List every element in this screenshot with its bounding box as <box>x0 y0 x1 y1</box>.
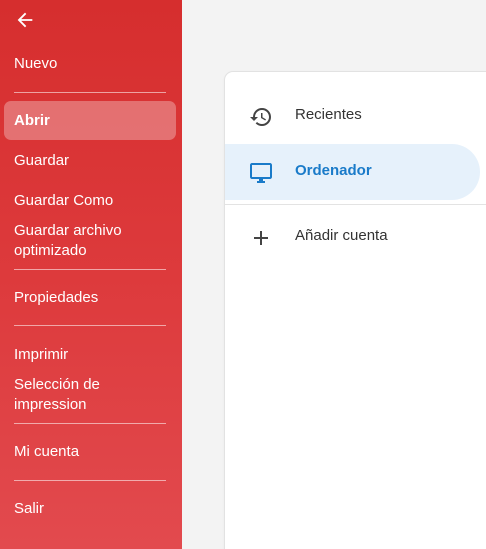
sidebar-item-guardar[interactable]: Guardar <box>14 151 166 171</box>
sidebar-item-abrir[interactable]: Abrir <box>4 101 176 140</box>
history-icon <box>250 108 271 127</box>
sidebar-item-nuevo[interactable]: Nuevo <box>14 54 166 74</box>
sidebar-divider <box>14 423 166 424</box>
sidebar-item-seleccion-impresion[interactable]: Selección de impression <box>14 375 166 415</box>
location-recientes[interactable]: Recientes <box>225 88 480 144</box>
location-label: Recientes <box>295 106 362 123</box>
plus-icon <box>254 231 268 245</box>
location-ordenador[interactable]: Ordenador <box>225 144 480 200</box>
sidebar-item-guardar-optimizado[interactable]: Guardar archivo optimizado <box>14 221 166 261</box>
arrow-left-icon <box>17 12 33 28</box>
monitor-icon <box>250 163 272 183</box>
app-window: Nuevo Abrir Guardar Guardar Como Guardar… <box>0 0 486 549</box>
sidebar: Nuevo Abrir Guardar Guardar Como Guardar… <box>0 0 182 549</box>
sidebar-divider <box>14 325 166 326</box>
sidebar-item-imprimir[interactable]: Imprimir <box>14 345 166 365</box>
locations-panel: Recientes Ordenador Añadir cuenta <box>225 72 486 549</box>
location-anadir-cuenta[interactable]: Añadir cuenta <box>225 209 480 265</box>
sidebar-item-mi-cuenta[interactable]: Mi cuenta <box>14 442 166 462</box>
panel-divider <box>225 204 486 205</box>
sidebar-item-propiedades[interactable]: Propiedades <box>14 288 166 308</box>
sidebar-item-salir[interactable]: Salir <box>14 499 166 519</box>
sidebar-item-guardar-como[interactable]: Guardar Como <box>14 191 166 211</box>
sidebar-divider <box>14 92 166 93</box>
location-label: Ordenador <box>295 162 372 179</box>
sidebar-divider <box>14 480 166 481</box>
back-button[interactable] <box>14 9 36 31</box>
location-label: Añadir cuenta <box>295 227 388 244</box>
sidebar-divider <box>14 269 166 270</box>
